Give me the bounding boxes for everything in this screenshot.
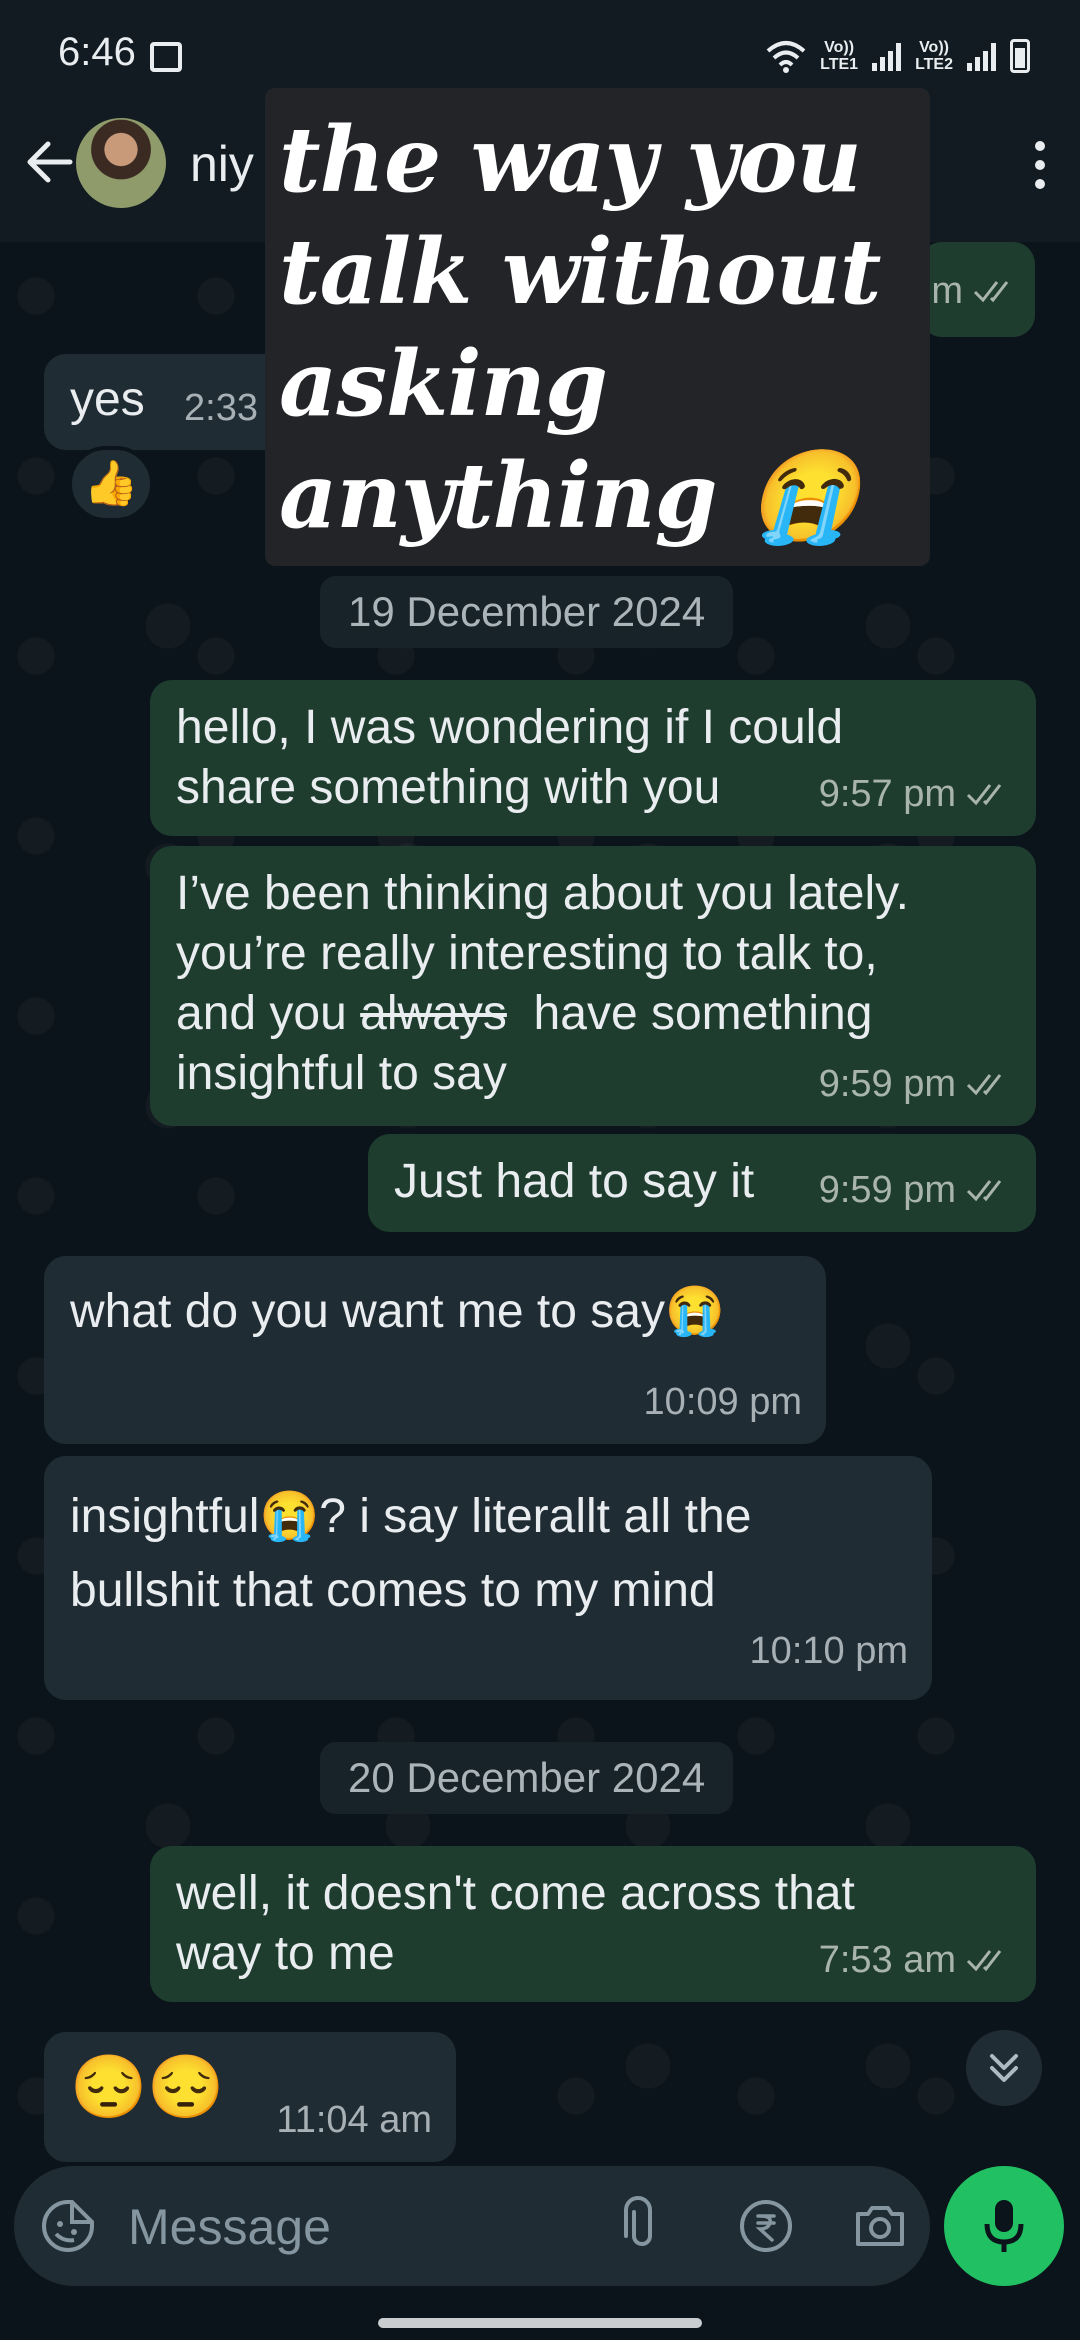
message-bubble[interactable]: I’ve been thinking about you lately. you… (150, 846, 1036, 1126)
message-time: 11:04 am (276, 2099, 432, 2141)
message-bubble[interactable]: 😔😔 11:04 am (44, 2032, 456, 2162)
message-bubble[interactable]: Just had to say it 9:59 pm (368, 1134, 1036, 1232)
thumbs-up-reaction: 👍 (83, 459, 139, 508)
camera-icon[interactable] (850, 2196, 910, 2256)
contact-name[interactable]: niy (190, 135, 254, 193)
back-arrow-icon[interactable] (20, 132, 80, 192)
message-text: I’ve been thinking about you lately. (176, 867, 909, 920)
message-text: and you always have something (176, 987, 873, 1040)
message-time: 7:53 am (818, 1939, 956, 1981)
chat-area[interactable]: m yes 2:33 👍 19 December 2024 hello, I w… (0, 88, 1080, 2162)
message-time: 9:59 pm (818, 1169, 956, 1211)
message-bubble[interactable]: insightful😭? i say literallt all the bul… (44, 1456, 932, 1700)
message-bubble[interactable]: m (920, 242, 1035, 337)
strikethrough-text: always (360, 987, 507, 1040)
message-input[interactable] (128, 2192, 578, 2262)
home-indicator[interactable] (378, 2318, 702, 2328)
overlay-line: anything 😭 (279, 443, 859, 549)
message-time: 10:10 pm (749, 1630, 908, 1672)
sticker-icon[interactable] (40, 2198, 96, 2254)
double-chevron-down-icon (990, 2054, 1018, 2082)
message-time: 10:09 pm (643, 1381, 802, 1423)
double-check-icon (966, 784, 1002, 806)
message-bubble[interactable]: hello, I was wondering if I could share … (150, 680, 1036, 836)
sim2-label: Vo)) LTE2 (915, 39, 953, 73)
overlay-line: asking (279, 331, 608, 437)
wifi-icon (766, 41, 806, 73)
status-icons: Vo)) LTE1 Vo)) LTE2 (766, 34, 1030, 78)
overlay-line: talk without (279, 219, 881, 325)
status-time: 6:46 (58, 30, 136, 74)
message-text: hello, I was wondering if I could (176, 701, 844, 754)
message-time: 2:33 (184, 387, 258, 429)
date-separator: 20 December 2024 (320, 1742, 734, 1814)
double-check-icon (966, 1180, 1002, 1202)
overlay-caption: the way you talk without asking anything… (265, 88, 930, 566)
menu-dots-icon[interactable] (1030, 140, 1050, 190)
message-bubble[interactable]: what do you want me to say😭 10:09 pm (44, 1256, 826, 1444)
message-text: what do you want me to say😭 (70, 1285, 725, 1338)
message-bubble[interactable]: well, it doesn't come across that way to… (150, 1846, 1036, 2002)
double-check-icon (973, 281, 1009, 303)
message-text: well, it doesn't come across that (176, 1867, 855, 1920)
message-text: you’re really interesting to talk to, (176, 927, 878, 980)
mic-icon (984, 2200, 1024, 2252)
message-time: 9:57 pm (818, 773, 956, 815)
battery-icon (1010, 39, 1030, 73)
date-separator: 19 December 2024 (320, 576, 734, 648)
reaction-badge[interactable]: 👍 (68, 446, 154, 522)
message-time: m (931, 270, 963, 312)
rupee-icon[interactable] (736, 2196, 796, 2256)
mic-button[interactable] (944, 2166, 1064, 2286)
avatar[interactable] (76, 118, 166, 208)
sim2-signal-icon (967, 41, 996, 71)
gallery-notification-icon (150, 42, 182, 72)
system-nav-bar (0, 2300, 1080, 2340)
double-check-icon (966, 1950, 1002, 1972)
sim1-label: Vo)) LTE1 (820, 39, 859, 73)
overlay-line: the way you (279, 107, 862, 213)
scroll-to-bottom-button[interactable] (966, 2030, 1042, 2106)
composer-bar (14, 2166, 930, 2286)
sim1-signal-icon (872, 41, 902, 71)
message-text: yes (70, 373, 145, 426)
attach-icon[interactable] (612, 2196, 672, 2256)
message-text: insightful😭? i say literallt all the (70, 1490, 752, 1543)
message-time: 9:59 pm (818, 1063, 956, 1105)
double-check-icon (966, 1074, 1002, 1096)
